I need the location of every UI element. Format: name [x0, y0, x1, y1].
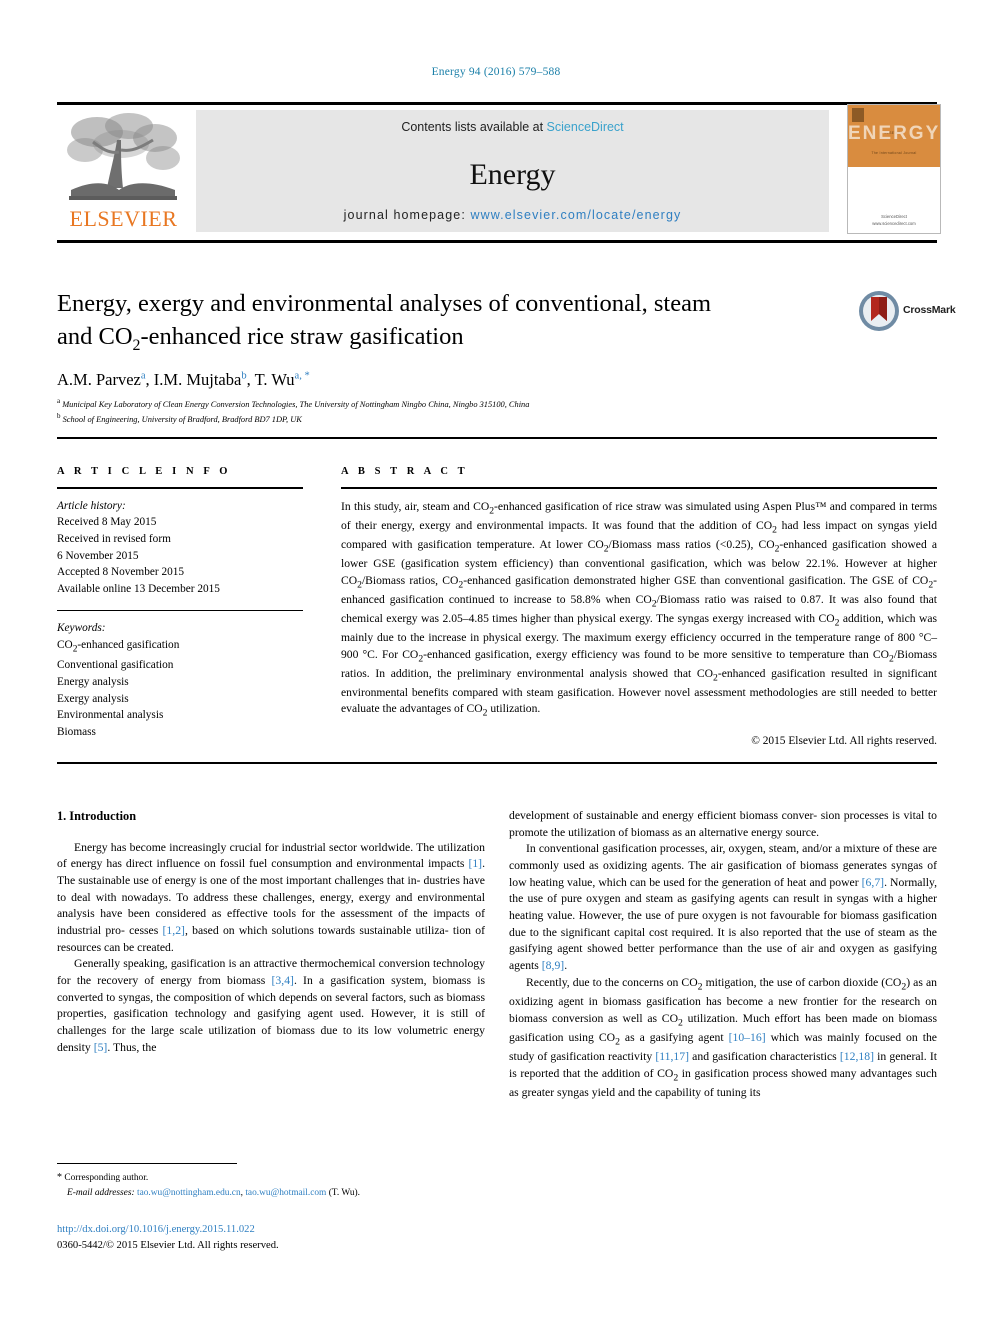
email-note: E-mail addresses: tao.wu@nottingham.edu.… [67, 1187, 360, 1198]
history-item: Available online 13 December 2015 [57, 583, 220, 596]
cover-orange-panel: ELSEVIER ENERGY The International Journa… [848, 105, 940, 167]
asterisk-icon: * [57, 1172, 62, 1183]
citation-ref[interactable]: [8,9] [542, 959, 564, 972]
email-link-1[interactable]: tao.wu@nottingham.edu.cn [137, 1188, 241, 1198]
contents-available-line: Contents lists available at ScienceDirec… [196, 120, 829, 134]
citation-ref[interactable]: [12,18] [840, 1050, 874, 1063]
page-title: Energy, exergy and environmental analyse… [57, 288, 847, 356]
cover-logo-block [852, 108, 864, 122]
email-suffix: (T. Wu). [328, 1187, 360, 1198]
author-2: I.M. Mujtaba [153, 370, 242, 389]
cover-title: ENERGY [848, 123, 941, 144]
journal-masthead: ELSEVIER Contents lists available at Sci… [57, 104, 941, 234]
affiliations: a Municipal Key Laboratory of Clean Ener… [57, 396, 887, 427]
citation-ref[interactable]: [10–16] [729, 1031, 766, 1044]
email-link-2[interactable]: tao.wu@hotmail.com [245, 1188, 326, 1198]
paragraph: Energy has become increasingly crucial f… [57, 840, 485, 954]
contents-band: Contents lists available at ScienceDirec… [196, 110, 829, 232]
keyword-item: Energy analysis [57, 675, 129, 688]
abstract-column: A B S T R A C T In this study, air, stea… [341, 466, 937, 747]
cover-tagline: The International Journal [871, 151, 917, 155]
paragraph: Recently, due to the concerns on CO2 mit… [509, 975, 938, 1099]
citation-ref[interactable]: [5] [94, 1041, 108, 1054]
citation-ref[interactable]: [11,17] [655, 1050, 689, 1063]
history-item: Received in revised form [57, 532, 171, 545]
abstract-rule [341, 487, 937, 489]
issn-copyright-line: 0360-5442/© 2015 Elsevier Ltd. All right… [57, 1239, 279, 1251]
history-item: 6 November 2015 [57, 549, 139, 562]
affiliation-a-text: Municipal Key Laboratory of Clean Energy… [62, 399, 530, 409]
keyword-item: Exergy analysis [57, 692, 129, 705]
sciencedirect-link[interactable]: ScienceDirect [547, 120, 624, 134]
author-3-marks: a, * [294, 370, 310, 382]
title-line-2-post: -enhanced rice straw gasification [140, 322, 464, 350]
email-label: E-mail addresses: [67, 1187, 135, 1198]
affiliation-b-text: School of Engineering, University of Bra… [62, 415, 302, 425]
info-section-top-rule [57, 437, 937, 439]
abstract-copyright: © 2015 Elsevier Ltd. All rights reserved… [751, 734, 937, 747]
elsevier-tree-icon [63, 110, 183, 206]
journal-title: Energy [469, 158, 556, 191]
running-head: Energy 94 (2016) 579–588 [431, 66, 561, 78]
affiliation-a-mark: a [57, 397, 61, 405]
abstract-text: In this study, air, steam and CO2-enhanc… [341, 499, 938, 719]
affiliation-b: b School of Engineering, University of B… [57, 411, 887, 426]
title-line-1: Energy, exergy and environmental analyse… [57, 290, 712, 317]
crossmark-icon [858, 290, 900, 332]
journal-homepage-link[interactable]: www.elsevier.com/locate/energy [470, 208, 681, 222]
author-2-marks: b [241, 370, 247, 382]
author-1-marks: a [140, 370, 146, 382]
contents-prefix: Contents lists available at [401, 120, 547, 134]
footnote-block: * Corresponding author. E-mail addresses… [57, 1170, 487, 1200]
keywords-label: Keywords: [57, 622, 106, 635]
homepage-prefix: journal homepage: [343, 208, 471, 222]
crossmark-badge[interactable]: CrossMark [858, 290, 956, 334]
article-history-label: Article history: [57, 499, 126, 512]
title-line-2-pre: and CO [57, 322, 133, 350]
masthead-bottom-rule [57, 240, 937, 243]
body-column-left: 1. Introduction Energy has become increa… [57, 808, 485, 1056]
citation-ref[interactable]: [1] [468, 857, 482, 870]
body-column-right: development of sustainable and energy ef… [509, 808, 937, 1102]
keywords-list: Keywords: CO2-enhanced gasification Conv… [57, 620, 303, 741]
keyword-item: Conventional gasification [57, 659, 174, 672]
paragraph: Generally speaking, gasification is an a… [57, 957, 485, 1054]
elsevier-logo: ELSEVIER [57, 110, 190, 232]
affiliation-a: a Municipal Key Laboratory of Clean Ener… [57, 396, 887, 411]
abstract-heading: A B S T R A C T [341, 466, 469, 477]
journal-cover-thumbnail: ELSEVIER ENERGY The International Journa… [847, 104, 941, 234]
doi-block: http://dx.doi.org/10.1016/j.energy.2015.… [57, 1222, 487, 1254]
citation-ref[interactable]: [6,7] [862, 876, 884, 889]
keyword-item: CO2-enhanced gasification [57, 639, 180, 655]
keyword-item: Environmental analysis [57, 709, 164, 722]
cover-footer-text: ScienceDirect www.sciencedirect.com [872, 214, 916, 226]
affiliation-b-mark: b [57, 412, 61, 421]
corresponding-author-text: Corresponding author. [64, 1173, 149, 1183]
author-list: A.M. Parveza, I.M. Mujtabab, T. Wua, * [57, 370, 310, 389]
info-section-bottom-rule [57, 762, 937, 764]
author-3: T. Wu [254, 370, 295, 389]
history-item: Received 8 May 2015 [57, 516, 157, 529]
doi-link[interactable]: http://dx.doi.org/10.1016/j.energy.2015.… [57, 1222, 487, 1238]
citation-ref[interactable]: [3,4] [272, 974, 294, 987]
elsevier-wordmark: ELSEVIER [69, 206, 178, 231]
paragraph: development of sustainable and energy ef… [509, 809, 937, 839]
history-item: Accepted 8 November 2015 [57, 566, 185, 579]
title-subscript: 2 [132, 336, 141, 354]
crossmark-label: CrossMark [903, 304, 956, 316]
keyword-item: Biomass [57, 726, 96, 739]
author-1: A.M. Parvez [57, 370, 141, 389]
citation-ref[interactable]: [1,2] [163, 924, 185, 937]
journal-homepage-line: journal homepage: www.elsevier.com/locat… [196, 208, 829, 222]
article-info-column: A R T I C L E I N F O Article history: R… [57, 466, 303, 741]
footnote-rule [57, 1163, 237, 1164]
paragraph: In conventional gasification processes, … [509, 842, 937, 973]
section-heading-introduction: 1. Introduction [57, 809, 137, 823]
article-info-rule [57, 487, 303, 489]
keywords-rule [57, 609, 303, 612]
corresponding-author-note: * Corresponding author. [57, 1170, 487, 1186]
paper-page: Energy 94 (2016) 579–588 ELSEVIER Conten… [0, 0, 992, 1323]
article-info-heading: A R T I C L E I N F O [57, 466, 232, 477]
article-history: Article history: Received 8 May 2015 Rec… [57, 498, 303, 598]
